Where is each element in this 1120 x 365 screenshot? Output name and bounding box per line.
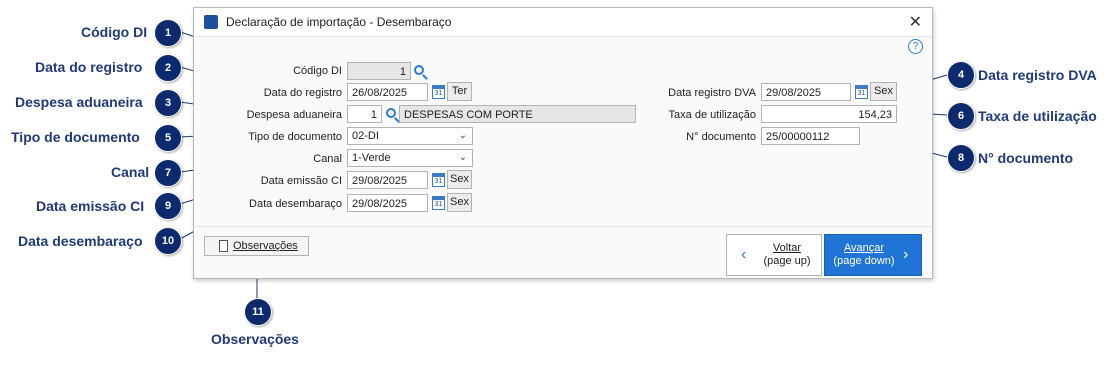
voltar-shortcut: (page up)	[763, 255, 811, 267]
annotation-label-5: Tipo de documento	[11, 129, 140, 145]
document-icon	[219, 240, 228, 252]
annotation-label-6: Taxa de utilização	[978, 108, 1097, 124]
canal-value: 1-Verde	[352, 152, 391, 164]
annotation-badge-9: 9	[154, 192, 182, 220]
annotation-label-11: Observações	[211, 331, 299, 347]
avancar-shortcut: (page down)	[833, 255, 895, 267]
label-n-documento: N° documento	[686, 131, 756, 143]
canal-select[interactable]: 1-Verde ⌄	[347, 149, 473, 167]
calendar-icon[interactable]: 31	[432, 85, 445, 99]
annotation-label-10: Data desembaraço	[18, 233, 143, 249]
annotation-badge-6: 6	[947, 102, 975, 130]
search-icon[interactable]	[386, 108, 396, 118]
annotation-badge-5: 5	[154, 124, 182, 152]
data-emissao-ci-field[interactable]: 29/08/2025	[347, 171, 428, 189]
annotation-label-4: Data registro DVA	[978, 67, 1097, 83]
annotation-badge-10: 10	[154, 227, 182, 255]
label-data-desembaraco: Data desembaraço	[249, 198, 342, 210]
label-tipo-documento: Tipo de documento	[248, 131, 342, 143]
annotation-badge-11: 11	[244, 298, 272, 326]
despesa-code-field[interactable]: 1	[347, 105, 382, 123]
despesa-description-field: DESPESAS COM PORTE	[399, 105, 636, 123]
chevron-down-icon: ⌄	[458, 152, 467, 163]
label-despesa: Despesa aduaneira	[246, 109, 342, 121]
help-icon[interactable]: ?	[908, 39, 923, 54]
annotation-badge-3: 3	[154, 89, 182, 117]
data-registro-dva-field[interactable]: 29/08/2025	[761, 83, 851, 101]
tipo-documento-value: 02-DI	[352, 130, 379, 142]
annotation-label-3: Despesa aduaneira	[15, 94, 143, 110]
label-canal: Canal	[313, 153, 342, 165]
observacoes-label: Observações	[233, 240, 298, 252]
window-title: Declaração de importação - Desembaraço	[226, 15, 452, 29]
label-codigo-di: Código DI	[293, 65, 342, 77]
calendar-icon[interactable]: 31	[432, 196, 445, 210]
data-registro-field[interactable]: 26/08/2025	[347, 83, 428, 101]
annotation-badge-7: 7	[154, 159, 182, 187]
annotation-badge-8: 8	[947, 144, 975, 172]
label-data-registro-dva: Data registro DVA	[668, 87, 756, 99]
calendar-icon[interactable]: 31	[432, 173, 445, 187]
avancar-button[interactable]: Avançar (page down) ›	[824, 234, 922, 276]
weekday-button[interactable]: Ter	[447, 82, 472, 101]
annotation-label-9: Data emissão CI	[36, 198, 145, 214]
annotation-label-7: Canal	[111, 164, 150, 180]
voltar-label: Voltar	[772, 242, 802, 254]
chevron-right-icon: ›	[903, 246, 909, 263]
tipo-documento-select[interactable]: 02-DI ⌄	[347, 127, 473, 145]
weekday-button[interactable]: Sex	[447, 170, 472, 189]
label-data-registro: Data do registro	[263, 87, 342, 99]
close-icon[interactable]: ✕	[909, 12, 922, 32]
annotation-label-1: Código DI	[81, 24, 148, 40]
annotation-badge-1: 1	[154, 19, 182, 47]
codigo-di-field[interactable]: 1	[347, 62, 411, 80]
annotation-label-2: Data do registro	[35, 59, 143, 75]
dialog-window: Declaração de importação - Desembaraço ✕…	[193, 7, 933, 279]
weekday-button[interactable]: Sex	[447, 193, 472, 212]
voltar-button[interactable]: ‹ Voltar (page up)	[726, 234, 822, 276]
label-data-emissao-ci: Data emissão CI	[260, 175, 342, 187]
weekday-button[interactable]: Sex	[870, 82, 897, 101]
annotation-badge-4: 4	[947, 61, 975, 89]
observacoes-button[interactable]: Observações	[204, 236, 309, 256]
title-bar: Declaração de importação - Desembaraço ✕	[194, 8, 932, 37]
chevron-left-icon: ‹	[741, 246, 747, 263]
n-documento-field[interactable]: 25/00000112	[761, 127, 860, 145]
app-icon	[204, 15, 218, 29]
label-taxa-utilizacao: Taxa de utilização	[668, 109, 756, 121]
calendar-icon[interactable]: 31	[855, 85, 868, 99]
chevron-down-icon: ⌄	[458, 130, 467, 141]
annotation-label-8: N° documento	[978, 150, 1074, 166]
search-icon[interactable]	[414, 65, 424, 75]
data-desembaraco-field[interactable]: 29/08/2025	[347, 194, 428, 212]
annotation-badge-2: 2	[154, 54, 182, 82]
taxa-utilizacao-field[interactable]: 154,23	[761, 105, 897, 123]
avancar-label: Avançar	[843, 242, 885, 254]
